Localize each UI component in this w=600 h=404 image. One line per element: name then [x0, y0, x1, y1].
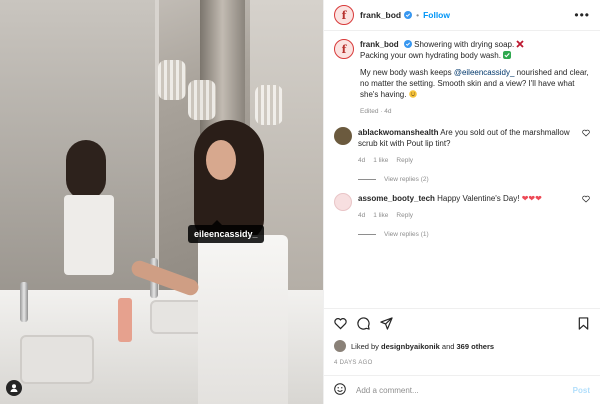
like-icon[interactable]: [334, 317, 347, 330]
woman-figure: [129, 120, 290, 404]
mention-link[interactable]: @eileencassidy_: [454, 68, 515, 77]
caption-username[interactable]: frank_bod: [360, 40, 399, 49]
avatar[interactable]: [334, 127, 352, 145]
chandelier: [158, 60, 186, 100]
caption: f frank_bod Showering with drying soap. …: [334, 39, 590, 117]
comment-likes[interactable]: 1 like: [373, 210, 388, 221]
heart-icon[interactable]: [582, 195, 590, 203]
add-comment-bar: Post: [324, 375, 600, 404]
comment-icon[interactable]: [357, 317, 370, 330]
more-options-icon[interactable]: •••: [574, 8, 590, 22]
avatar[interactable]: f: [334, 5, 354, 25]
user-tags-button[interactable]: [6, 380, 22, 396]
green-check-icon: [503, 51, 512, 59]
post-button[interactable]: Post: [573, 386, 590, 395]
avatar[interactable]: [334, 193, 352, 211]
view-replies-label: View replies (2): [384, 176, 429, 183]
comment-age: 4d: [358, 157, 366, 164]
red-x-icon: [516, 40, 525, 48]
username-link[interactable]: frank_bod: [360, 10, 401, 20]
hearts-emoji: ❤❤❤: [521, 194, 542, 203]
caption-meta: Edited · 4d: [360, 108, 392, 115]
sink: [20, 335, 94, 384]
reply-button[interactable]: Reply: [396, 155, 413, 166]
mirror-reflection: [60, 140, 120, 275]
share-icon[interactable]: [380, 317, 393, 330]
view-replies-button[interactable]: View replies (2): [358, 176, 590, 183]
comments-area[interactable]: f frank_bod Showering with drying soap. …: [324, 31, 600, 308]
view-replies-button[interactable]: View replies (1): [358, 231, 590, 238]
grinning-face-icon: [408, 90, 417, 98]
heart-icon[interactable]: [582, 129, 590, 137]
separator-dot: •: [416, 10, 420, 20]
avatar[interactable]: f: [334, 39, 354, 59]
comment-input[interactable]: [354, 384, 573, 396]
follow-button[interactable]: Follow: [423, 10, 450, 20]
caption-paragraph-start: My new body wash keeps: [360, 68, 454, 77]
view-replies-label: View replies (1): [384, 231, 429, 238]
post-photo[interactable]: eileencassidy_: [0, 0, 323, 404]
verified-icon: [404, 11, 413, 19]
comment-username[interactable]: assome_booty_tech: [358, 194, 435, 203]
post-header: f frank_bod • Follow •••: [324, 0, 600, 31]
person-icon: [10, 384, 18, 392]
body-wash-bottle: [118, 298, 132, 342]
chandelier: [255, 85, 283, 125]
likes-and: and: [441, 341, 455, 351]
verified-icon: [403, 40, 412, 48]
post-panel: f frank_bod • Follow ••• f frank_bod Sho…: [323, 0, 600, 404]
liked-by-user[interactable]: designbyaikonik: [381, 342, 440, 351]
bookmark-icon[interactable]: [577, 317, 590, 330]
comment-likes[interactable]: 1 like: [373, 155, 388, 166]
user-tag[interactable]: eileencassidy_: [188, 220, 264, 243]
post-timestamp[interactable]: 4 DAYS AGO: [334, 360, 590, 366]
comment-age: 4d: [358, 212, 366, 219]
comment-username[interactable]: ablackwomanshealth: [358, 128, 438, 137]
chandelier: [188, 80, 216, 120]
emoji-icon[interactable]: [334, 383, 346, 397]
reply-button[interactable]: Reply: [396, 210, 413, 221]
likes-prefix: Liked by: [351, 341, 379, 351]
action-bar: Liked by designbyaikonik and 369 others …: [324, 308, 600, 366]
comment: ablackwomanshealth Are you sold out of t…: [334, 127, 590, 166]
comment: assome_booty_tech Happy Valentine's Day!…: [334, 193, 590, 221]
caption-line-1: Showering with drying soap.: [414, 40, 515, 49]
avatar[interactable]: [334, 340, 346, 352]
caption-line-2: Packing your own hydrating body wash.: [360, 51, 501, 60]
comment-text: Happy Valentine's Day!: [437, 194, 520, 203]
faucet: [20, 282, 28, 322]
likes-count[interactable]: 369 others: [457, 342, 495, 351]
likes-summary: Liked by designbyaikonik and 369 others: [334, 340, 590, 352]
